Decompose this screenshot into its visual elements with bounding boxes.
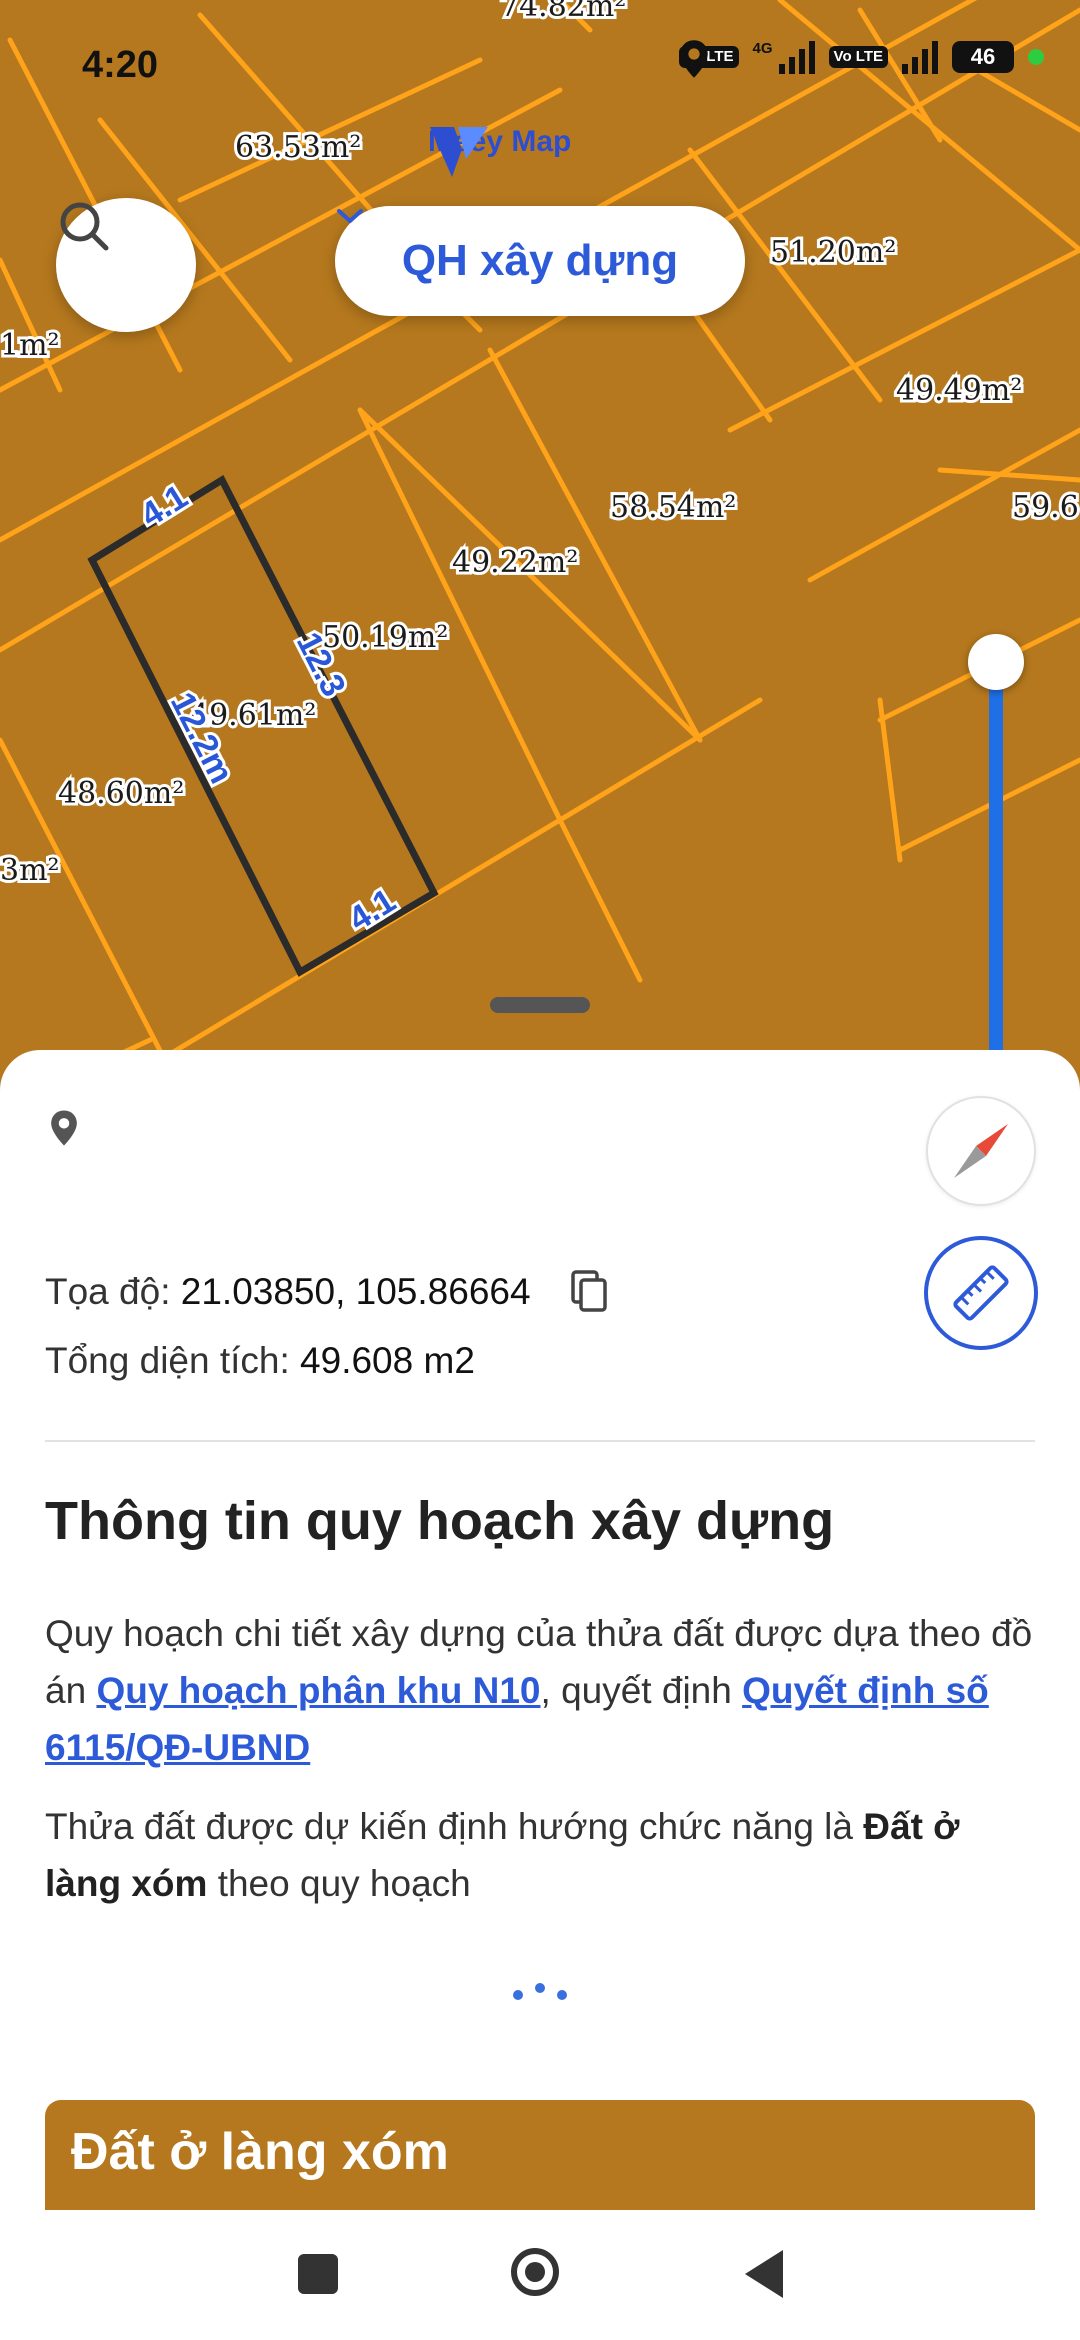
volte-badge: Vo LTE (828, 46, 888, 68)
area-label: 49.22m² (452, 545, 578, 580)
search-icon (60, 202, 109, 251)
pin-icon (51, 1110, 77, 1146)
signal-icon (778, 40, 815, 74)
land-function-text: Thửa đất được dự kiến định hướng chức nă… (45, 1806, 853, 1847)
loading-indicator (513, 1983, 567, 2000)
area-label: 63.53m² (235, 130, 361, 165)
map-view[interactable]: 74.82m² 63.53m² 51.20m² 1m² 49.49m² 58.5… (0, 0, 1080, 1110)
parcel-map[interactable]: 74.82m² 63.53m² 51.20m² 1m² 49.49m² 58.5… (0, 0, 1080, 1110)
system-nav-bar (0, 2210, 1080, 2340)
layer-selector-label: QH xây dựng (401, 236, 679, 285)
dimension-label-bottom: 4.1 (342, 882, 402, 939)
section-title: Thông tin quy hoạch xây dựng (45, 1491, 835, 1551)
coordinates-row: Tọa độ: 21.03850, 105.86664 (45, 1270, 609, 1314)
chevron-down-icon (337, 209, 363, 223)
app-logo: Meey Map (428, 125, 571, 177)
zone-card-title: Đất ở làng xóm (71, 2123, 449, 2181)
ruler-icon (953, 1265, 1009, 1321)
signal-icon (902, 40, 938, 74)
network-type: 4G (752, 40, 773, 57)
area-label: 49.49m² (896, 373, 1022, 408)
measure-button[interactable] (924, 1236, 1038, 1350)
compass-icon (954, 1124, 1008, 1178)
area-label: 1m² (0, 328, 60, 363)
meey-logo-icon (430, 127, 488, 177)
opacity-slider-track[interactable] (989, 660, 1003, 1110)
status-bar: 4:20 Vo LTE 4G Vo LTE 46 (0, 0, 1080, 120)
area-label: 51.20m² (770, 235, 896, 270)
total-area-label: Tổng diện tích: (45, 1340, 290, 1381)
battery-icon: 46 (952, 41, 1014, 73)
home-button[interactable] (511, 2248, 559, 2296)
planning-description: Quy hoạch chi tiết xây dựng của thửa đất… (45, 1605, 1035, 1776)
coordinates-value: 21.03850, 105.86664 (180, 1271, 531, 1312)
total-area-value: 49.608 m2 (300, 1340, 475, 1381)
sheet-drag-handle[interactable] (490, 997, 590, 1013)
total-area-row: Tổng diện tích: 49.608 m2 (45, 1340, 475, 1382)
area-label: 59.6 (1012, 490, 1079, 525)
area-label: 50.19m² (322, 620, 448, 655)
info-sheet: Tọa độ: 21.03850, 105.86664 Tổng diện tí… (0, 1050, 1080, 2230)
opacity-slider-thumb[interactable] (968, 634, 1024, 690)
compass-button[interactable] (926, 1096, 1036, 1206)
land-function-text: theo quy hoạch (217, 1863, 471, 1904)
divider (45, 1440, 1035, 1442)
back-button[interactable] (745, 2250, 783, 2298)
area-label: 58.54m² (610, 490, 736, 525)
planning-text: , quyết định (540, 1670, 732, 1711)
area-label: 3m² (0, 853, 60, 888)
coordinates-label: Tọa độ: (45, 1271, 171, 1312)
status-time: 4:20 (82, 44, 159, 86)
zoning-plan-link[interactable]: Quy hoạch phân khu N10 (96, 1670, 540, 1711)
location-icon (680, 40, 708, 78)
status-icons: Vo LTE 4G Vo LTE 46 (679, 40, 1044, 78)
search-button[interactable] (56, 198, 196, 332)
copy-icon[interactable] (569, 1270, 609, 1314)
privacy-indicator (1028, 49, 1044, 65)
layer-selector[interactable]: QH xây dựng (335, 206, 745, 316)
area-label: 48.60m² (58, 776, 184, 811)
recents-button[interactable] (298, 2254, 338, 2294)
land-function-description: Thửa đất được dự kiến định hướng chức nă… (45, 1798, 1035, 1912)
